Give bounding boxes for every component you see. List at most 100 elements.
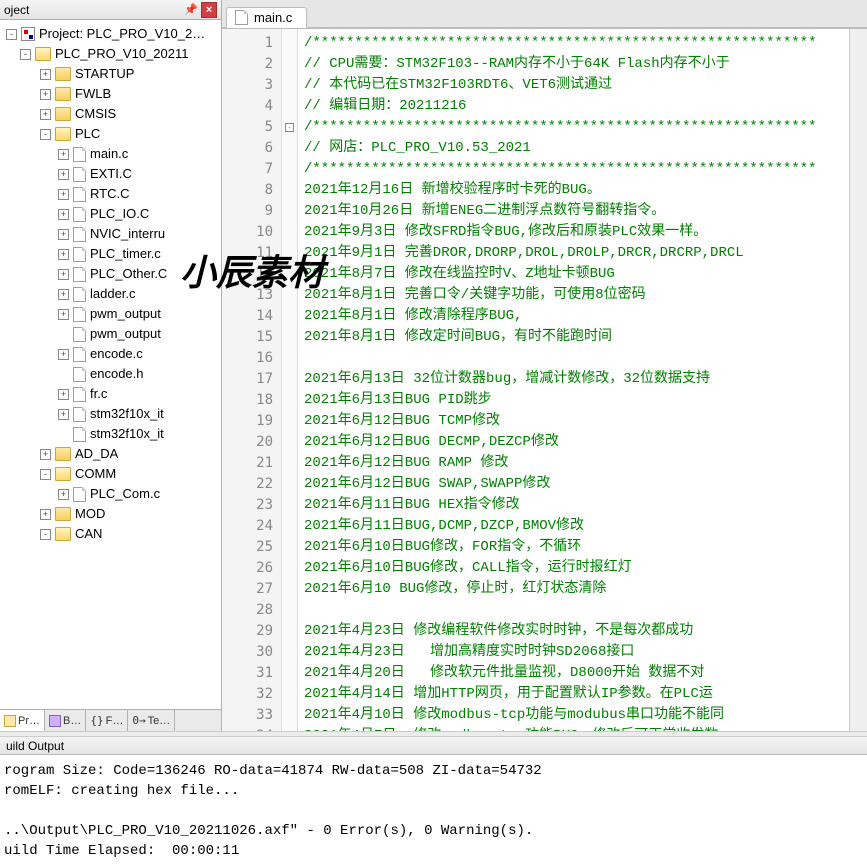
code-line[interactable]: 2021年6月11日BUG,DCMP,DZCP,BMOV修改 bbox=[304, 516, 849, 537]
expand-toggle-icon[interactable]: + bbox=[58, 489, 69, 500]
tree-item[interactable]: +PLC_timer.c bbox=[0, 244, 221, 264]
code-line[interactable]: 2021年6月10 BUG修改，停止时，红灯状态清除 bbox=[304, 579, 849, 600]
tree-item[interactable]: stm32f10x_it bbox=[0, 424, 221, 444]
tree-item[interactable]: +RTC.C bbox=[0, 184, 221, 204]
code-line[interactable] bbox=[304, 600, 849, 621]
code-line[interactable]: /***************************************… bbox=[304, 117, 849, 138]
code-line[interactable]: 2021年6月13日 32位计数器bug，增减计数修改，32位数据支持 bbox=[304, 369, 849, 390]
code-line[interactable]: /***************************************… bbox=[304, 159, 849, 180]
code-line[interactable] bbox=[304, 348, 849, 369]
code-line[interactable]: 2021年12月16日 新增校验程序时卡死的BUG。 bbox=[304, 180, 849, 201]
tree-item[interactable]: +STARTUP bbox=[0, 64, 221, 84]
tree-item[interactable]: +pwm_output bbox=[0, 304, 221, 324]
code-line[interactable]: 2021年9月1日 完善DROR,DRORP,DROL,DROLP,DRCR,D… bbox=[304, 243, 849, 264]
tab-templates[interactable]: 0→Te… bbox=[128, 710, 175, 731]
tree-item[interactable]: +ladder.c bbox=[0, 284, 221, 304]
expand-toggle-icon[interactable]: + bbox=[58, 289, 69, 300]
build-output-line: uild Time Elapsed: 00:00:11 bbox=[4, 841, 863, 861]
code-line[interactable]: 2021年6月13日BUG PID跳步 bbox=[304, 390, 849, 411]
expand-toggle-icon[interactable]: + bbox=[58, 189, 69, 200]
tree-item[interactable]: encode.h bbox=[0, 364, 221, 384]
expand-toggle-icon[interactable]: + bbox=[58, 209, 69, 220]
code-line[interactable]: 2021年4月23日 增加高精度实时时钟SD2068接口 bbox=[304, 642, 849, 663]
tree-item[interactable]: +fr.c bbox=[0, 384, 221, 404]
tree-item[interactable]: +main.c bbox=[0, 144, 221, 164]
expand-toggle-icon[interactable]: + bbox=[58, 269, 69, 280]
tree-item[interactable]: +MOD bbox=[0, 504, 221, 524]
code-line[interactable]: 2021年6月12日BUG RAMP 修改 bbox=[304, 453, 849, 474]
pin-icon[interactable]: 📌 bbox=[183, 2, 199, 18]
tree-item[interactable]: +PLC_Other.C bbox=[0, 264, 221, 284]
collapse-toggle-icon[interactable]: - bbox=[40, 129, 51, 140]
code-line[interactable]: 2021年9月3日 修改SFRD指令BUG,修改后和原装PLC效果一样。 bbox=[304, 222, 849, 243]
code-line[interactable]: 2021年6月12日BUG DECMP,DEZCP修改 bbox=[304, 432, 849, 453]
code-line[interactable]: 2021年4月14日 增加HTTP网页，用于配置默认IP参数。在PLC运 bbox=[304, 684, 849, 705]
tree-item[interactable]: pwm_output bbox=[0, 324, 221, 344]
code-line[interactable]: 2021年8月1日 完善口令/关键字功能，可使用8位密码 bbox=[304, 285, 849, 306]
tree-item[interactable]: -PLC bbox=[0, 124, 221, 144]
tree-item-label: PLC_IO.C bbox=[90, 204, 149, 224]
expand-toggle-icon[interactable]: + bbox=[58, 309, 69, 320]
tree-item[interactable]: +EXTI.C bbox=[0, 164, 221, 184]
expand-toggle-icon[interactable]: + bbox=[58, 229, 69, 240]
expand-toggle-icon[interactable]: + bbox=[58, 149, 69, 160]
expand-toggle-icon[interactable]: + bbox=[58, 249, 69, 260]
expand-toggle-icon[interactable]: + bbox=[40, 449, 51, 460]
expand-toggle-icon[interactable]: + bbox=[58, 349, 69, 360]
code-line[interactable]: 2021年4月23日 修改编程软件修改实时时钟，不是每次都成功 bbox=[304, 621, 849, 642]
code-line[interactable]: 2021年8月1日 修改清除程序BUG, bbox=[304, 306, 849, 327]
tree-item[interactable]: +stm32f10x_it bbox=[0, 404, 221, 424]
code-line[interactable]: 2021年6月11日BUG HEX指令修改 bbox=[304, 495, 849, 516]
code-body[interactable]: /***************************************… bbox=[298, 29, 849, 731]
code-line[interactable]: 2021年8月7日 修改在线监控时V、Z地址卡顿BUG bbox=[304, 264, 849, 285]
tree-item[interactable]: -COMM bbox=[0, 464, 221, 484]
tree-item[interactable]: -CAN bbox=[0, 524, 221, 544]
tree-item[interactable]: +encode.c bbox=[0, 344, 221, 364]
tree-item[interactable]: +NVIC_interru bbox=[0, 224, 221, 244]
fold-column[interactable]: - bbox=[282, 29, 298, 731]
expand-toggle-icon[interactable]: + bbox=[58, 389, 69, 400]
tree-item[interactable]: + PLC_IO.C bbox=[0, 204, 221, 224]
vertical-scrollbar[interactable] bbox=[849, 29, 867, 731]
code-line[interactable]: 2021年6月10日BUG修改，FOR指令，不循环 bbox=[304, 537, 849, 558]
code-line[interactable]: // 网店：PLC_PRO_V10.53_2021 bbox=[304, 138, 849, 159]
code-line[interactable]: 2021年10月26日 新增ENEG二进制浮点数符号翻转指令。 bbox=[304, 201, 849, 222]
tab-project[interactable]: Pr… bbox=[0, 710, 45, 731]
expand-toggle-icon[interactable]: + bbox=[40, 69, 51, 80]
build-output-body[interactable]: rogram Size: Code=136246 RO-data=41874 R… bbox=[0, 755, 867, 867]
fold-toggle-icon[interactable]: - bbox=[285, 123, 294, 132]
code-line[interactable]: 2021年6月12日BUG TCMP修改 bbox=[304, 411, 849, 432]
code-line[interactable]: 2021年8月1日 修改定时间BUG，有时不能跑时间 bbox=[304, 327, 849, 348]
file-icon bbox=[73, 387, 86, 402]
expand-toggle-icon[interactable]: + bbox=[58, 169, 69, 180]
code-line[interactable]: 2021年4月20日 修改软元件批量监视，D8000开始 数据不对 bbox=[304, 663, 849, 684]
code-line[interactable]: // 编辑日期：20211216 bbox=[304, 96, 849, 117]
code-line[interactable]: // 本代码已在STM32F103RDT6、VET6测试通过 bbox=[304, 75, 849, 96]
expand-toggle-icon[interactable]: + bbox=[40, 109, 51, 120]
code-line[interactable]: 2021年4月10日 修改modbus-tcp功能与modubus串口功能不能同 bbox=[304, 705, 849, 726]
collapse-toggle-icon[interactable]: - bbox=[6, 29, 17, 40]
code-editor[interactable]: 1234567891011121314151617181920212223242… bbox=[222, 28, 867, 731]
tree-item[interactable]: +CMSIS bbox=[0, 104, 221, 124]
tree-item[interactable]: +FWLB bbox=[0, 84, 221, 104]
collapse-toggle-icon[interactable]: - bbox=[20, 49, 31, 60]
tree-item[interactable]: +AD_DA bbox=[0, 444, 221, 464]
expand-toggle-icon[interactable]: + bbox=[58, 409, 69, 420]
expand-toggle-icon[interactable]: + bbox=[40, 509, 51, 520]
tree-item[interactable]: +PLC_Com.c bbox=[0, 484, 221, 504]
collapse-toggle-icon[interactable]: - bbox=[40, 529, 51, 540]
collapse-toggle-icon[interactable]: - bbox=[40, 469, 51, 480]
file-tab-main-c[interactable]: main.c bbox=[226, 7, 307, 28]
tree-item[interactable]: -Project: PLC_PRO_V10_2… bbox=[0, 24, 221, 44]
expand-toggle-icon[interactable]: + bbox=[40, 89, 51, 100]
tab-books[interactable]: B… bbox=[45, 710, 86, 731]
code-line[interactable]: 2021年6月12日BUG SWAP,SWAPP修改 bbox=[304, 474, 849, 495]
code-line[interactable]: 2021年6月10日BUG修改，CALL指令，运行时报红灯 bbox=[304, 558, 849, 579]
code-line[interactable]: // CPU需要：STM32F103--RAM内存不小于64K Flash内存不… bbox=[304, 54, 849, 75]
code-line[interactable]: /***************************************… bbox=[304, 33, 849, 54]
project-tree[interactable]: -Project: PLC_PRO_V10_2…-PLC_PRO_V10_202… bbox=[0, 20, 221, 709]
tab-functions[interactable]: {}F… bbox=[86, 710, 128, 731]
code-line[interactable]: 2021年4月7日 修改modbus-tcp功能BUG，修改后可正常收发数 bbox=[304, 726, 849, 731]
close-icon[interactable]: × bbox=[201, 2, 217, 18]
tree-item[interactable]: -PLC_PRO_V10_20211 bbox=[0, 44, 221, 64]
